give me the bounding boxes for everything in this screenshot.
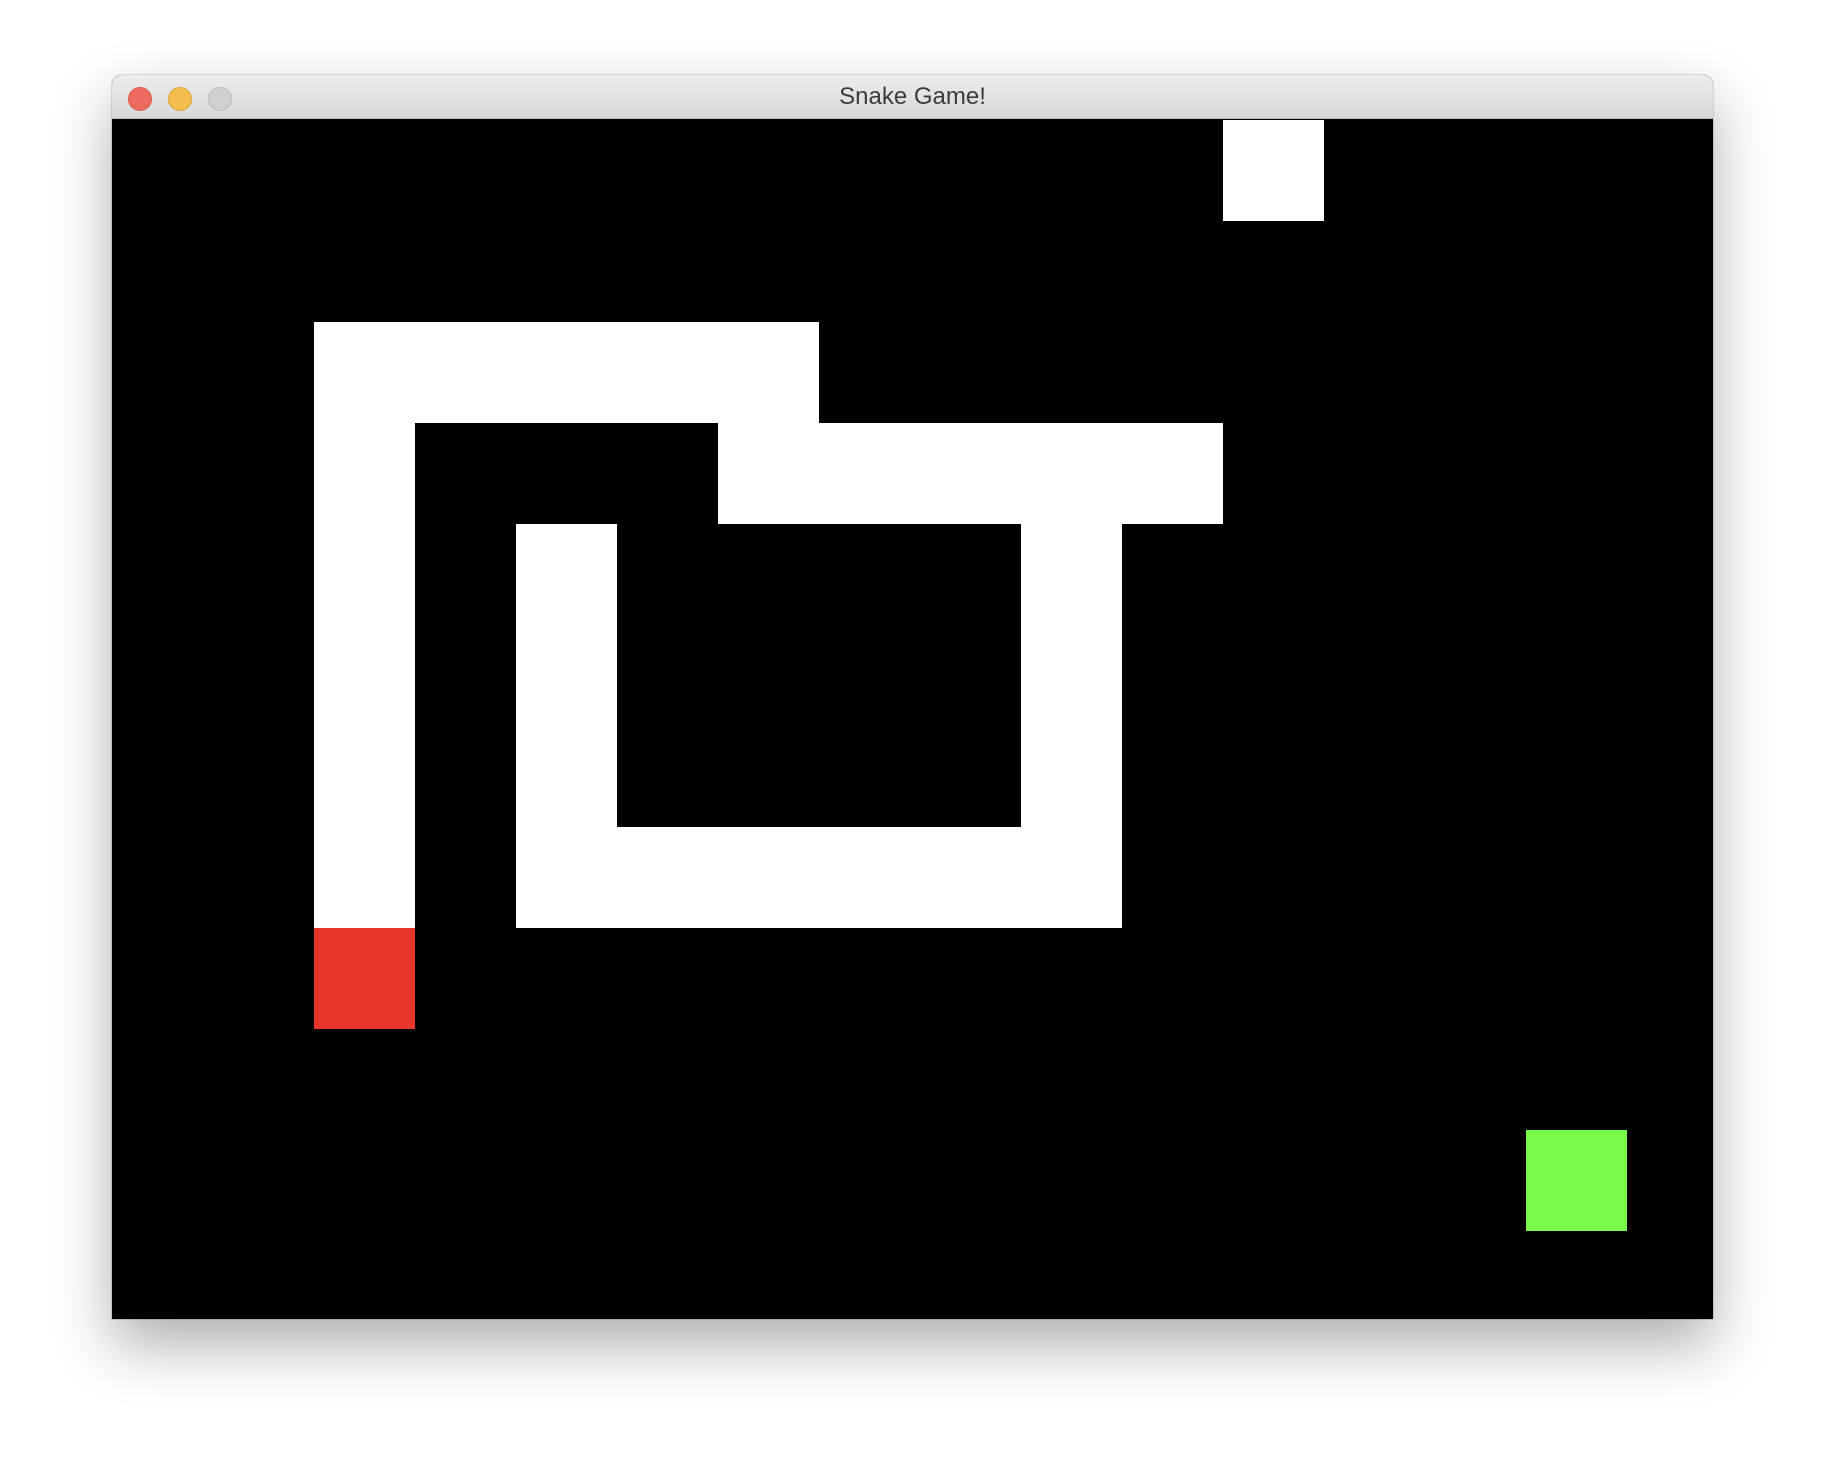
snake-body-segment (1223, 120, 1324, 221)
window-title: Snake Game! (839, 83, 986, 110)
snake-body-segment (314, 625, 415, 726)
snake-body-segment (920, 827, 1021, 928)
snake-body-segment (819, 827, 920, 928)
snake-body-segment (617, 322, 718, 423)
snake-body-segment (516, 625, 617, 726)
snake-body-segment (314, 322, 415, 423)
snake-body-segment (920, 423, 1021, 524)
snake-head (314, 928, 415, 1029)
snake-body-segment (314, 423, 415, 524)
snake-body-segment (718, 322, 819, 423)
snake-body-segment (819, 423, 920, 524)
snake-body-segment (718, 827, 819, 928)
snake-body-segment (516, 827, 617, 928)
snake-body-segment (314, 524, 415, 625)
snake-body-segment (314, 827, 415, 928)
snake-body-segment (1021, 423, 1122, 524)
snake-body-segment (1122, 423, 1223, 524)
snake-body-segment (718, 423, 819, 524)
snake-body-segment (516, 322, 617, 423)
snake-body-segment (617, 827, 718, 928)
title-bar[interactable]: Snake Game! (112, 75, 1713, 119)
snake-body-segment (1021, 524, 1122, 625)
snake-body-segment (314, 726, 415, 827)
game-board[interactable] (112, 120, 1713, 1319)
snake-body-segment (1021, 625, 1122, 726)
snake-body-segment (516, 726, 617, 827)
snake-body-segment (1021, 726, 1122, 827)
game-window: Snake Game! (112, 75, 1713, 1319)
snake-body-segment (516, 524, 617, 625)
snake-body-segment (415, 322, 516, 423)
snake-body-segment (1021, 827, 1122, 928)
food-pellet (1526, 1130, 1627, 1231)
